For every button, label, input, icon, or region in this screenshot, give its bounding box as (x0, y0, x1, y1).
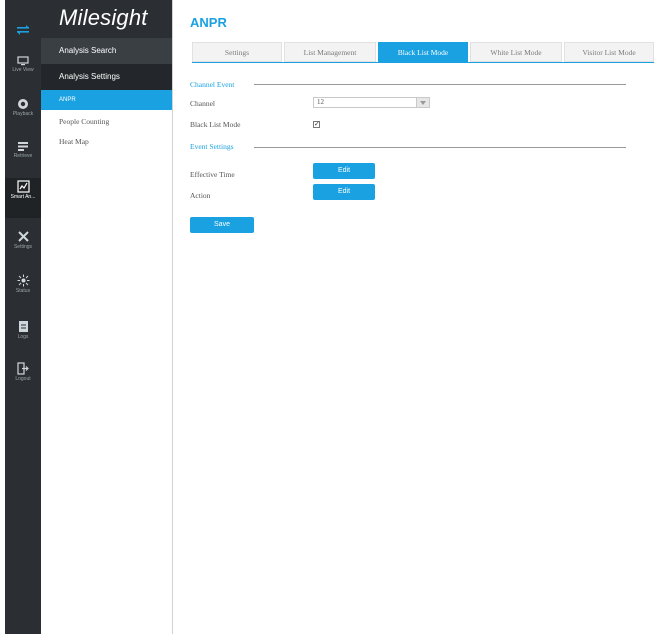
save-button[interactable]: Save (190, 217, 254, 233)
channel-label: Channel (190, 99, 215, 108)
section-event-settings: Event Settings (190, 142, 234, 151)
logs-icon (18, 321, 28, 332)
logout-icon (17, 362, 29, 375)
rail-label-smart-analysis: Smart An... (10, 194, 36, 200)
rail-label-playback: Playback (12, 111, 34, 117)
action-label: Action (190, 191, 211, 200)
status-icon (17, 274, 29, 287)
channel-select-value: 12 (317, 98, 324, 106)
tab-white-list-mode[interactable]: White List Mode (470, 42, 562, 62)
channel-select[interactable]: 12 (313, 97, 430, 108)
rail-item-logs[interactable]: Logs (5, 318, 41, 358)
tab-black-list-mode[interactable]: Black List Mode (378, 42, 468, 62)
sidebar-item-anpr[interactable]: ANPR (41, 90, 172, 110)
tab-settings[interactable]: Settings (192, 42, 282, 62)
settings-icon (17, 231, 29, 242)
section-channel-event: Channel Event (190, 80, 235, 89)
section-divider (254, 147, 626, 148)
retrieve-icon (18, 142, 28, 151)
tab-visitor-list-mode[interactable]: Visitor List Mode (564, 42, 654, 62)
tab-bar: Settings List Management Black List Mode… (192, 42, 654, 62)
smart-analysis-icon (16, 180, 30, 193)
rail-label-logout: Logout (15, 376, 31, 382)
menu-toggle-icon (17, 25, 29, 35)
rail-item-logout[interactable]: Logout (5, 360, 41, 400)
live-view-icon (17, 56, 29, 66)
rail-label-live-view: Live View (12, 67, 34, 73)
rail-label-settings: Settings (13, 244, 33, 250)
rail-item-settings[interactable]: Settings (5, 228, 41, 268)
chevron-down-icon (416, 98, 429, 107)
rail-label-logs: Logs (17, 334, 29, 340)
rail-item-smart-analysis[interactable]: Smart An... (5, 178, 41, 218)
tab-list-management[interactable]: List Management (284, 42, 376, 62)
rail-label-status: Status (15, 288, 31, 294)
tabs-underline (192, 62, 654, 63)
section-divider (254, 84, 626, 85)
sidebar-item-heat-map[interactable]: Heat Map (41, 132, 172, 152)
rail-item-retrieve[interactable]: Retrieve (5, 138, 41, 178)
rail-item-status[interactable]: Status (5, 272, 41, 312)
page-title: ANPR (190, 15, 227, 30)
effective-time-edit-button[interactable]: Edit (313, 163, 375, 179)
action-edit-button[interactable]: Edit (313, 184, 375, 200)
menu-analysis-search[interactable]: Analysis Search (41, 38, 172, 64)
rail-label-retrieve: Retrieve (13, 153, 33, 159)
app-logo: Milesight (59, 5, 148, 30)
menu-analysis-settings[interactable]: Analysis Settings (41, 64, 172, 90)
playback-icon (18, 99, 28, 109)
effective-time-label: Effective Time (190, 170, 235, 179)
sidebar-item-people-counting[interactable]: People Counting (41, 112, 172, 132)
black-list-mode-label: Black List Mode (190, 120, 241, 129)
black-list-mode-checkbox[interactable]: ✓ (313, 121, 320, 128)
icon-rail: Live View Playback Retrieve Smart An... … (5, 0, 41, 634)
rail-item-playback[interactable]: Playback (5, 96, 41, 136)
rail-item-live-view[interactable]: Live View (5, 54, 41, 94)
